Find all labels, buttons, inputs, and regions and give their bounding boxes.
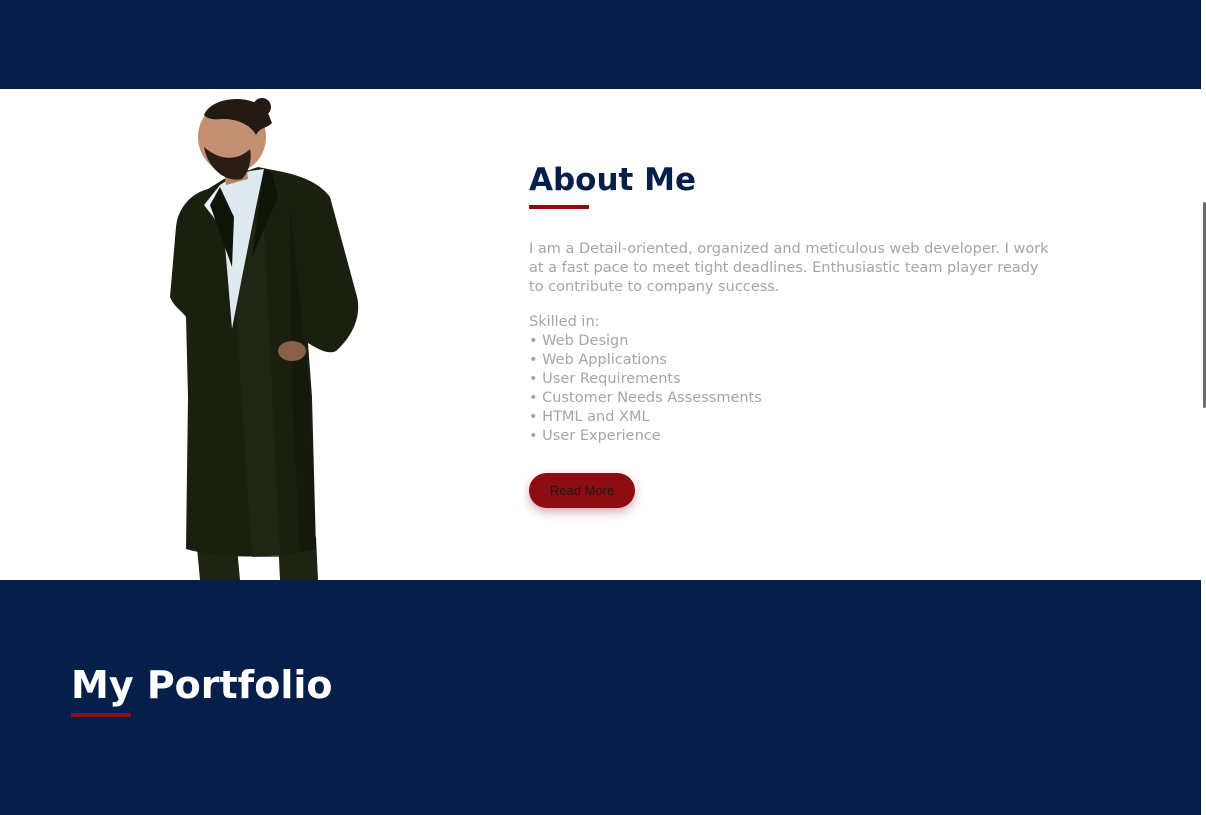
- about-title-underline: [529, 205, 589, 209]
- read-more-button[interactable]: Read More: [529, 473, 635, 508]
- header-band: [0, 0, 1201, 89]
- skill-item: • User Requirements: [529, 371, 681, 387]
- skill-item: • Customer Needs Assessments: [529, 390, 762, 406]
- about-title: About Me: [529, 162, 697, 198]
- skills-heading: Skilled in:: [529, 314, 600, 330]
- portfolio-title: My Portfolio: [71, 663, 333, 707]
- about-section: About Me I am a Detail-oriented, organiz…: [0, 89, 1201, 580]
- skill-item: • HTML and XML: [529, 409, 650, 425]
- skill-item: • Web Applications: [529, 352, 667, 368]
- page: About Me I am a Detail-oriented, organiz…: [0, 0, 1206, 815]
- portfolio-section: My Portfolio: [0, 580, 1201, 815]
- profile-photo: [170, 98, 359, 580]
- skill-item: • Web Design: [529, 333, 629, 349]
- about-content: About Me I am a Detail-oriented, organiz…: [529, 159, 1059, 508]
- about-intro-text: I am a Detail-oriented, organized and me…: [529, 241, 1049, 295]
- skill-item: • User Experience: [529, 428, 661, 444]
- portfolio-title-underline: [71, 713, 131, 717]
- skills-list: Skilled in: • Web Design • Web Applicati…: [529, 313, 1059, 446]
